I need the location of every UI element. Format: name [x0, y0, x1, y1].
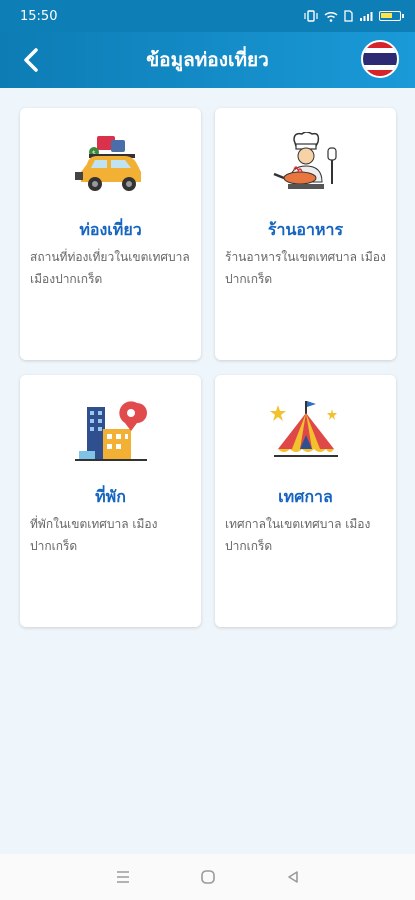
card-title: ที่พัก — [95, 487, 126, 506]
back-nav-button[interactable] — [278, 862, 308, 892]
hotel-pin-icon — [74, 401, 147, 461]
card-accommodation[interactable]: ที่พัก ที่พักในเขตเทศบาล เมืองปากเกร็ด — [20, 375, 201, 627]
status-bar: 15:50 — [0, 0, 415, 32]
status-icons — [304, 10, 404, 22]
status-time: 15:50 — [20, 8, 58, 24]
sim-icon — [344, 10, 353, 22]
app-bar: ข้อมูลท่องเที่ยว — [0, 32, 415, 88]
wifi-icon — [324, 11, 338, 22]
chevron-left-icon — [24, 48, 38, 72]
card-title: ท่องเที่ยว — [79, 220, 142, 239]
home-button[interactable] — [193, 862, 223, 892]
thailand-flag-icon — [363, 42, 397, 76]
home-icon — [200, 870, 215, 884]
card-description: เทศกาลในเขตเทศบาล เมืองปากเกร็ด — [225, 517, 371, 553]
menu-icon — [116, 871, 129, 883]
card-description: ที่พักในเขตเทศบาล เมืองปากเกร็ด — [30, 517, 158, 553]
card-travel[interactable]: $ ท่องเที่ยว สถานที่ท่องเที่ยวในเขตเทศบา… — [20, 108, 201, 360]
back-button[interactable] — [14, 44, 48, 76]
card-restaurant[interactable]: ร้านอาหาร ร้านอาหารในเขตเทศบาล เมืองปากเ… — [215, 108, 396, 360]
signal-icon — [360, 11, 373, 21]
card-title: ร้านอาหาร — [267, 220, 344, 239]
page-title: ข้อมูลท่องเที่ยว — [146, 49, 269, 71]
back-icon — [287, 871, 298, 883]
card-title: เทศกาล — [278, 487, 333, 506]
system-nav-bar — [0, 854, 415, 900]
card-description: สถานที่ท่องเที่ยวในเขตเทศบาล เมืองปากเกร… — [30, 250, 190, 286]
card-festival[interactable]: เทศกาล เทศกาลในเขตเทศบาล เมืองปากเกร็ด — [215, 375, 396, 627]
festival-tent-icon — [269, 401, 338, 457]
vibrate-icon — [304, 10, 318, 22]
recent-apps-button[interactable] — [108, 862, 138, 892]
language-button[interactable] — [361, 40, 399, 78]
battery-icon — [379, 11, 404, 21]
category-grid: $ ท่องเที่ยว สถานที่ท่องเที่ยวในเขตเทศบา… — [20, 108, 396, 627]
car-luggage-icon: $ — [74, 136, 141, 191]
chef-cooking-icon — [273, 132, 337, 189]
card-description: ร้านอาหารในเขตเทศบาล เมืองปากเกร็ด — [225, 250, 386, 286]
